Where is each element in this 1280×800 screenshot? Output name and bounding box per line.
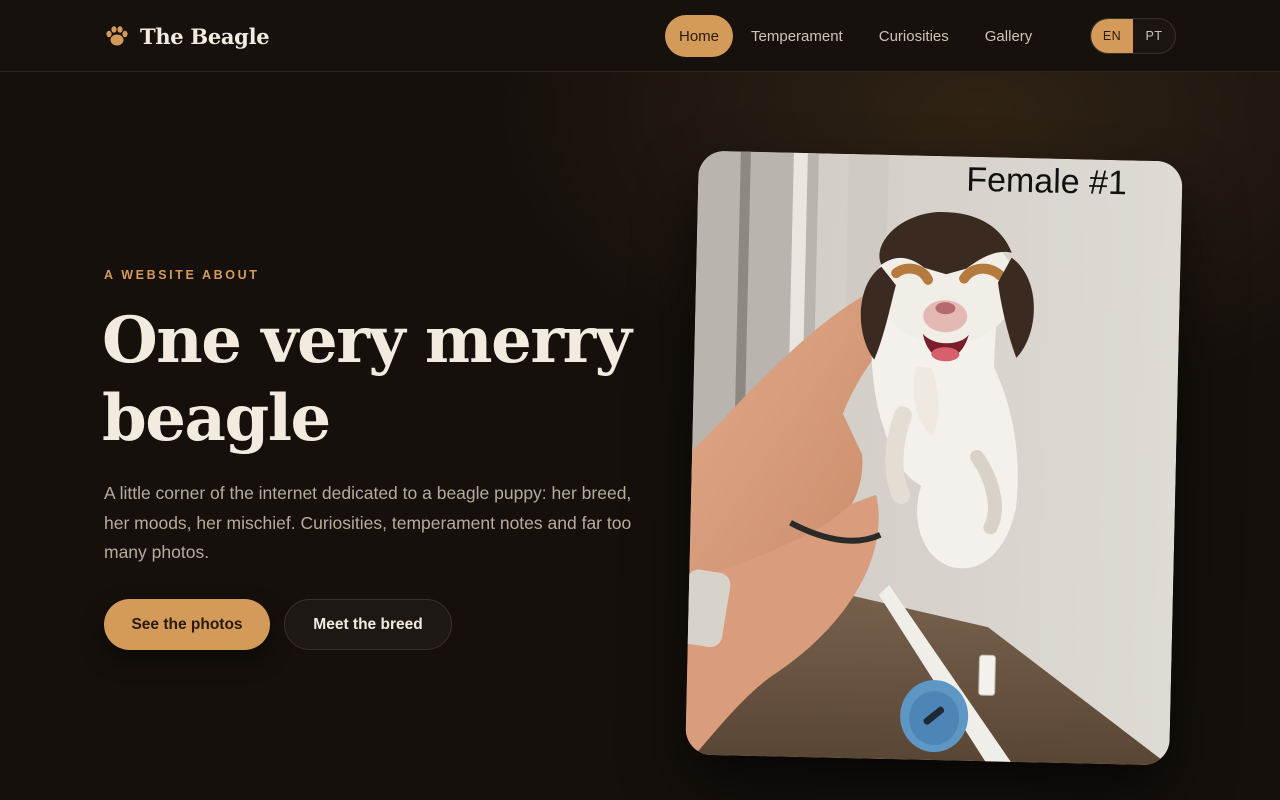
meet-breed-button[interactable]: Meet the breed (284, 599, 452, 650)
nav-temperament[interactable]: Temperament (737, 15, 857, 57)
paw-icon (106, 26, 128, 46)
lang-pt-button[interactable]: PT (1133, 19, 1175, 53)
brand-name: The Beagle (140, 23, 270, 49)
nav-home[interactable]: Home (665, 15, 734, 57)
nav-gallery[interactable]: Gallery (971, 15, 1047, 57)
hero-title: One very merry beagle (102, 303, 632, 456)
hero-description: A little corner of the internet dedicate… (104, 483, 632, 562)
see-photos-button[interactable]: See the photos (104, 599, 270, 650)
photo-caption: Female #1 (965, 160, 1128, 203)
site-header: The Beagle Home Temperament Curiosities … (0, 0, 1280, 72)
brand-logo[interactable]: The Beagle (104, 22, 270, 50)
nav-curiosities[interactable]: Curiosities (865, 15, 963, 57)
hero-eyebrow: A WEBSITE ABOUT (104, 268, 260, 282)
beagle-puppy-photo: Female #1 (685, 150, 1183, 766)
main-nav: Home Temperament Curiosities Gallery (665, 15, 1050, 57)
lang-en-button[interactable]: EN (1091, 19, 1133, 53)
language-switcher: EN PT (1090, 18, 1176, 54)
